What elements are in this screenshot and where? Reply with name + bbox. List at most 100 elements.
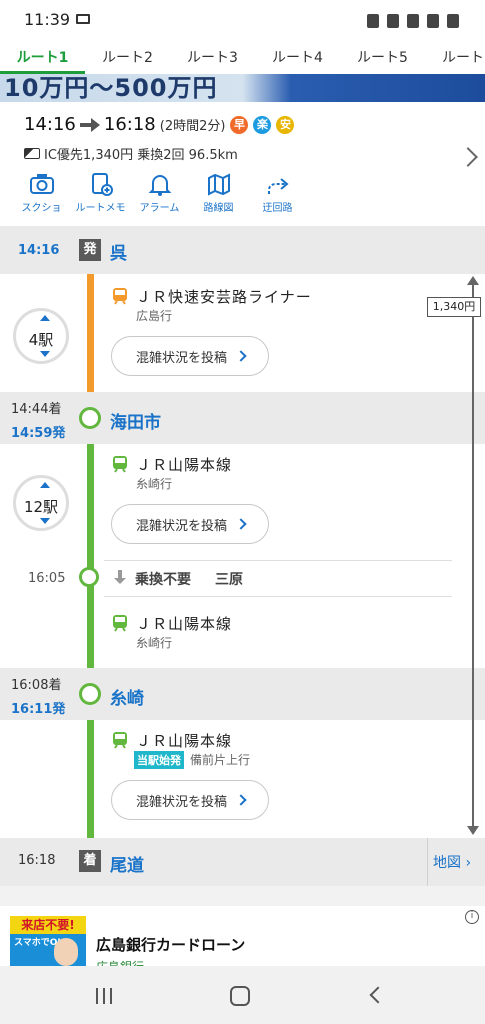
ad-title: 広島銀行カードローン (96, 936, 246, 954)
leg4-line[interactable]: ＪＲ山陽本線 (136, 730, 232, 751)
cheap-badge: 安 (276, 115, 295, 134)
divider (427, 838, 428, 886)
station-node (79, 683, 101, 705)
system-nav-bar (0, 966, 485, 1024)
duration: (2時間2分) (159, 119, 226, 134)
depart-time: 14:16 (24, 114, 76, 135)
divider (104, 596, 452, 597)
battery-icon (447, 14, 459, 28)
route-memo-button[interactable]: ルートメモ (71, 172, 130, 214)
onomichi-time: 16:18 (18, 853, 56, 868)
home-icon[interactable] (230, 986, 250, 1006)
action-bar: スクショ ルートメモ アラーム 路線図 迂回路 (12, 172, 307, 214)
network-icon (407, 14, 419, 28)
fare-scale-bottom (467, 826, 479, 835)
station-name-onomichi[interactable]: 尾道 (110, 851, 144, 876)
map-icon (207, 173, 230, 196)
post-crowd-button[interactable]: 混雑状況を投稿 (111, 504, 269, 544)
station-name-kaitaichi[interactable]: 海田市 (110, 408, 161, 433)
memo-icon (91, 173, 113, 196)
person-image (54, 938, 78, 966)
tab-route-5[interactable]: ルート5 (340, 40, 425, 74)
route-summary: 14:16 16:18 (2時間2分) 早楽安 IC優先1,340円 乗換2回 … (0, 102, 485, 226)
bottom-ad[interactable]: 来店不要! スマホでOK! 広島銀行カードローン 広島銀行 i (0, 906, 485, 974)
arrow-right-icon (79, 117, 100, 132)
station-row-kaitaichi[interactable]: 14:44着 14:59発 海田市 (0, 392, 485, 444)
arrive-mark: 着 (79, 850, 101, 872)
itozaki-arr: 16:08着 (11, 678, 62, 693)
first-train-tag: 当駅始発 (134, 751, 184, 769)
tab-route-6[interactable]: ルート6 (425, 40, 485, 74)
leg2-line[interactable]: ＪＲ山陽本線 (136, 454, 232, 475)
line-segment-green (87, 416, 94, 862)
stop-count-2[interactable]: 12駅 (13, 475, 69, 531)
tab-route-2[interactable]: ルート2 (85, 40, 170, 74)
app-root: 11:39 ルート1 ルート2 ルート3 ルート4 ルート5 ルート6 10万円… (0, 0, 485, 1024)
station-node (79, 407, 101, 429)
leg2-dest: 糸崎行 (136, 477, 173, 491)
ic-card-icon (24, 148, 40, 159)
train-icon (113, 615, 127, 632)
station-row-itozaki[interactable]: 16:08着 16:11発 糸崎 (0, 668, 485, 720)
banner-ad[interactable]: 10万円～500万円 (0, 74, 485, 102)
tab-route-1[interactable]: ルート1 (0, 40, 85, 74)
spacer (0, 886, 485, 906)
route-map-button[interactable]: 路線図 (189, 172, 248, 214)
leg3-line[interactable]: ＪＲ山陽本線 (136, 613, 232, 634)
leg1-line[interactable]: ＪＲ快速安芸路ライナー (136, 286, 312, 307)
alarm-button[interactable]: アラーム (130, 172, 189, 214)
tab-route-4[interactable]: ルート4 (255, 40, 340, 74)
mail-icon (76, 14, 90, 24)
post-crowd-button[interactable]: 混雑状況を投稿 (111, 336, 269, 376)
route-tabs: ルート1 ルート2 ルート3 ルート4 ルート5 ルート6 (0, 40, 485, 74)
ad-info-icon[interactable]: i (465, 910, 479, 924)
detour-button[interactable]: 迂回路 (248, 172, 307, 214)
fare-box: 1,340円 (427, 297, 481, 317)
easy-badge: 楽 (253, 115, 272, 134)
bell-icon (148, 175, 171, 196)
route-times: 14:16 16:18 (2時間2分) 早楽安 (24, 114, 295, 135)
stop-count-1[interactable]: 4駅 (13, 308, 69, 364)
station-name-kure[interactable]: 呉 (110, 239, 127, 264)
leg4-dest: 備前片上行 (190, 753, 251, 767)
station-name-itozaki[interactable]: 糸崎 (110, 684, 144, 709)
detour-icon (267, 178, 289, 194)
depart-mark: 発 (79, 239, 101, 261)
status-icons (367, 12, 459, 30)
station-name-mihara[interactable]: 三原 (215, 569, 243, 589)
fare-scale-top (467, 276, 479, 285)
signal-icon (427, 14, 439, 28)
kure-time: 14:16 (18, 243, 60, 258)
train-icon (113, 732, 127, 749)
ad-image: 来店不要! スマホでOK! (10, 916, 86, 972)
post-crowd-button[interactable]: 混雑状況を投稿 (111, 780, 269, 820)
tab-route-3[interactable]: ルート3 (170, 40, 255, 74)
camera-icon (29, 174, 54, 194)
station-node (79, 567, 99, 587)
station-row-kure[interactable]: 14:16 発 呉 (0, 226, 485, 274)
status-time: 11:39 (24, 10, 71, 29)
chevron-right-icon[interactable] (458, 147, 478, 167)
itozaki-dep: 16:11発 (11, 702, 66, 717)
fare-info: IC優先1,340円 乗換2回 96.5km (24, 144, 238, 163)
arrow-down-icon (114, 570, 126, 584)
fare-scale-line (472, 284, 474, 830)
banner-text: 10万円～500万円 (4, 74, 218, 102)
kaitaichi-dep: 14:59発 (11, 426, 66, 441)
train-icon (113, 288, 127, 305)
arrive-time: 16:18 (103, 114, 156, 135)
train-icon (113, 456, 127, 473)
divider (104, 560, 452, 561)
screenshot-button[interactable]: スクショ (12, 172, 71, 214)
status-bar: 11:39 (0, 0, 485, 40)
leg3-dest: 糸崎行 (136, 636, 173, 650)
leg1-dest: 広島行 (136, 309, 173, 323)
recent-apps-icon[interactable] (96, 988, 112, 1004)
no-transfer-label: 乗換不要 (135, 572, 191, 588)
station-row-onomichi[interactable]: 16:18 着 尾道 地図 › (0, 838, 485, 886)
fast-badge: 早 (230, 115, 249, 134)
alarm-icon (367, 14, 379, 28)
fare-text: IC優先1,340円 乗換2回 96.5km (44, 148, 238, 163)
map-link[interactable]: 地図 › (433, 852, 471, 872)
back-icon[interactable] (369, 986, 387, 1004)
